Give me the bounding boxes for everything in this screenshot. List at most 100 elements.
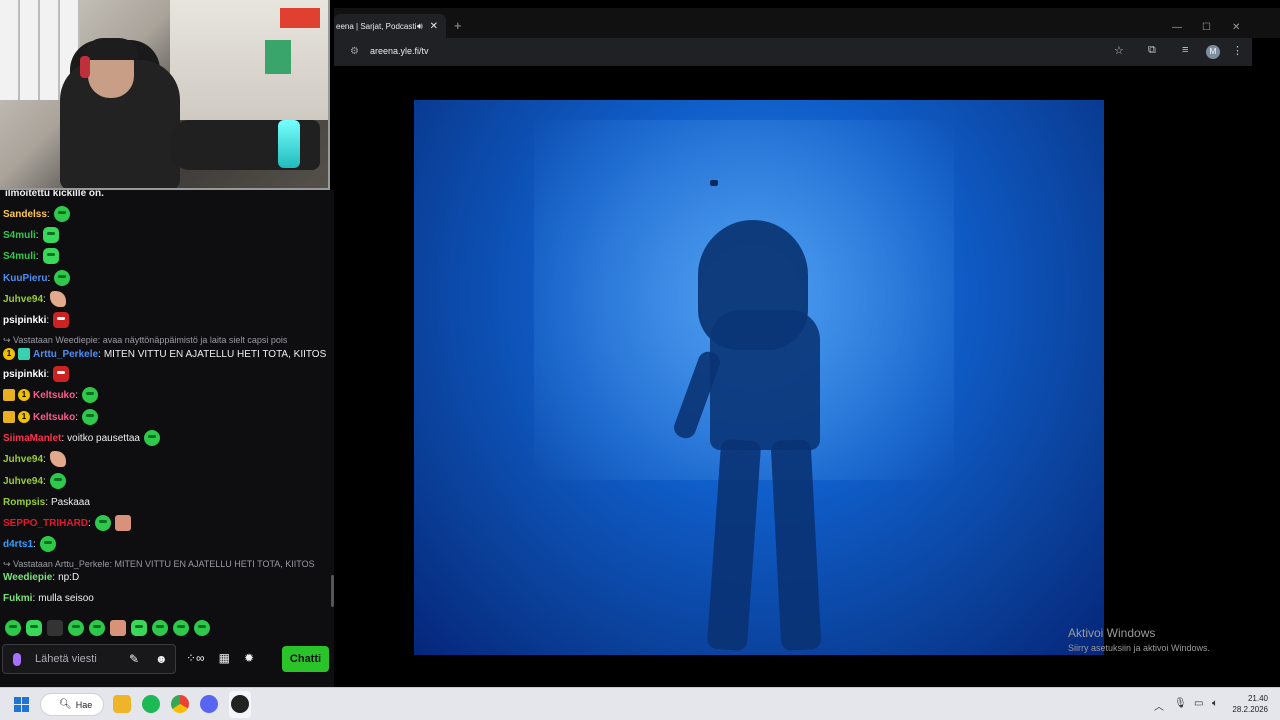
close-window-icon[interactable]: ✕ [1232,22,1240,33]
emote-pepe2-icon[interactable] [131,620,147,636]
chat-username[interactable]: Keltsuko [33,390,75,401]
settings-gear-icon[interactable]: ✹ [244,651,254,665]
new-tab-icon[interactable]: + [454,18,462,33]
media-queue-icon[interactable]: ≡ [1182,44,1188,56]
chat-username[interactable]: KuuPieru [3,273,47,284]
emote-face-icon[interactable] [114,515,131,531]
tray-volume-icon[interactable]: 🔈︎ [1212,698,1218,709]
chat-truncated-line: ilmoitettu kickille on. [5,190,104,199]
mic-icon[interactable] [13,652,21,666]
chat-input[interactable]: Lähetä viesti ✎ ☻ [2,644,176,674]
emote-hand-icon[interactable] [49,451,66,467]
chat-message: Fukmi: mulla seisoo [3,589,94,607]
tray-network-icon[interactable]: ▭ [1194,698,1203,709]
emote-picker-row [0,618,334,638]
emote-pepe2-icon[interactable] [26,620,42,636]
spotify-icon[interactable] [142,695,160,713]
chat-send-button[interactable]: Chatti [282,646,329,672]
emote-face-icon[interactable] [110,620,126,636]
speaker-icon[interactable]: 🔊︎ [417,21,423,32]
emote-pepe-icon[interactable] [173,620,189,636]
clock-date: 28.2.2026 [1232,705,1268,714]
chat-message: S4muli: [3,226,59,244]
chrome-icon[interactable] [171,695,189,713]
taskbar-search[interactable]: 🔍︎ Hae [40,693,104,716]
chat-username[interactable]: S4muli [3,251,36,262]
chat-message: S4muli: [3,247,59,265]
emote-pepe-icon[interactable] [152,620,168,636]
site-info-icon[interactable]: ⚙ [350,46,359,57]
extensions-icon[interactable]: ⧉ [1148,44,1156,57]
tab-title: eena | Sarjat, Podcastit [336,21,416,31]
emote-pepe-icon[interactable] [89,620,105,636]
emote-pepe-icon[interactable] [143,430,160,446]
file-explorer-icon[interactable] [113,695,131,713]
cam-poster-2 [265,40,291,74]
maximize-icon[interactable]: ☐ [1202,22,1211,33]
tray-mic-icon[interactable]: 🎙︎ [1174,698,1187,709]
chat-colon: : [33,538,36,550]
chat-username[interactable]: Juhve94 [3,476,43,487]
emote-pepe2-icon[interactable] [42,248,59,264]
emote-red-icon[interactable] [53,312,70,328]
chat-username[interactable]: Fukmi [3,593,32,604]
emote-pepe-icon[interactable] [194,620,210,636]
emote-hand-icon[interactable] [49,291,66,307]
emote-pepe-icon[interactable] [82,409,99,425]
minimize-icon[interactable]: — [1172,22,1182,33]
emote-face-icon[interactable] [47,620,63,636]
chat-username[interactable]: SiimaManlet [3,433,61,444]
emoji-icon[interactable]: ☻ [155,652,168,666]
sub-badge: 1 [3,348,15,360]
emote-red-icon[interactable] [53,366,70,382]
emote-pepe2-icon[interactable] [42,227,59,243]
address-bar: ⚙ areena.yle.fi/tv ☆ ⧉ ≡ M ⋮ [334,38,1252,66]
chat-username[interactable]: Juhve94 [3,294,43,305]
menu-kebab-icon[interactable]: ⋮ [1232,44,1243,57]
emote-pepe-icon[interactable] [54,270,71,286]
video-player[interactable] [414,100,1104,655]
chat-message: Juhve94: [3,290,66,308]
emote-pepe-icon[interactable] [53,206,70,222]
chat-username[interactable]: Arttu_Perkele [33,349,98,360]
search-label: Hae [75,699,93,710]
emote-pepe-icon[interactable] [49,473,66,489]
chat-username[interactable]: Juhve94 [3,454,43,465]
tab-areena[interactable]: eena | Sarjat, Podcastit 🔊︎ ✕ [334,14,446,38]
watermark-subtitle: Siirry asetuksiin ja aktivoi Windows. [1068,643,1211,653]
tray-chevron-icon[interactable]: ︿ [1154,698,1164,713]
chat-message: Rompsis: Paskaaa [3,493,90,511]
obs-icon[interactable] [231,695,249,713]
chat-username[interactable]: Rompsis [3,497,45,508]
chat-message-list[interactable]: ilmoitettu kickille on. ↪ Vastataan Weed… [0,190,334,615]
translate-icon[interactable]: ✎ [129,652,139,666]
chat-username[interactable]: Weediepie [3,572,52,583]
points-icon[interactable]: ⁘∞ [186,651,205,665]
chat-message: SEPPO_TRIHARD: [3,514,131,532]
emote-pepe-icon[interactable] [94,515,111,531]
taskbar-clock[interactable]: 21.40 28.2.2026 [1232,693,1268,715]
url-field[interactable]: areena.yle.fi/tv [370,46,429,56]
chat-colon: : [35,250,39,262]
activate-windows-watermark: Aktivoi Windows Siirry asetuksiin ja akt… [1068,626,1210,653]
chat-colon: : [75,411,79,423]
emote-pepe-icon[interactable] [5,620,21,636]
chat-username[interactable]: S4muli [3,230,36,241]
start-windows-icon[interactable] [14,697,29,712]
profile-avatar[interactable]: M [1206,45,1220,59]
emote-pepe-icon[interactable] [39,536,56,552]
chat-username[interactable]: Keltsuko [33,412,75,423]
emote-pepe-icon[interactable] [82,387,99,403]
tab-close-icon[interactable]: ✕ [430,21,438,32]
discord-icon[interactable] [200,695,218,713]
emote-pepe-icon[interactable] [68,620,84,636]
chat-username[interactable]: d4rts1 [3,539,33,550]
chat-username[interactable]: psipinkki [3,369,46,380]
chat-text: np:D [58,571,80,583]
chat-username[interactable]: psipinkki [3,315,46,326]
chat-username[interactable]: SEPPO_TRIHARD [3,518,88,529]
store-icon[interactable]: ▦ [219,651,230,665]
bookmark-star-icon[interactable]: ☆ [1114,44,1124,57]
chat-username[interactable]: Sandelss [3,209,47,220]
chat-input-placeholder: Lähetä viesti [35,653,97,665]
